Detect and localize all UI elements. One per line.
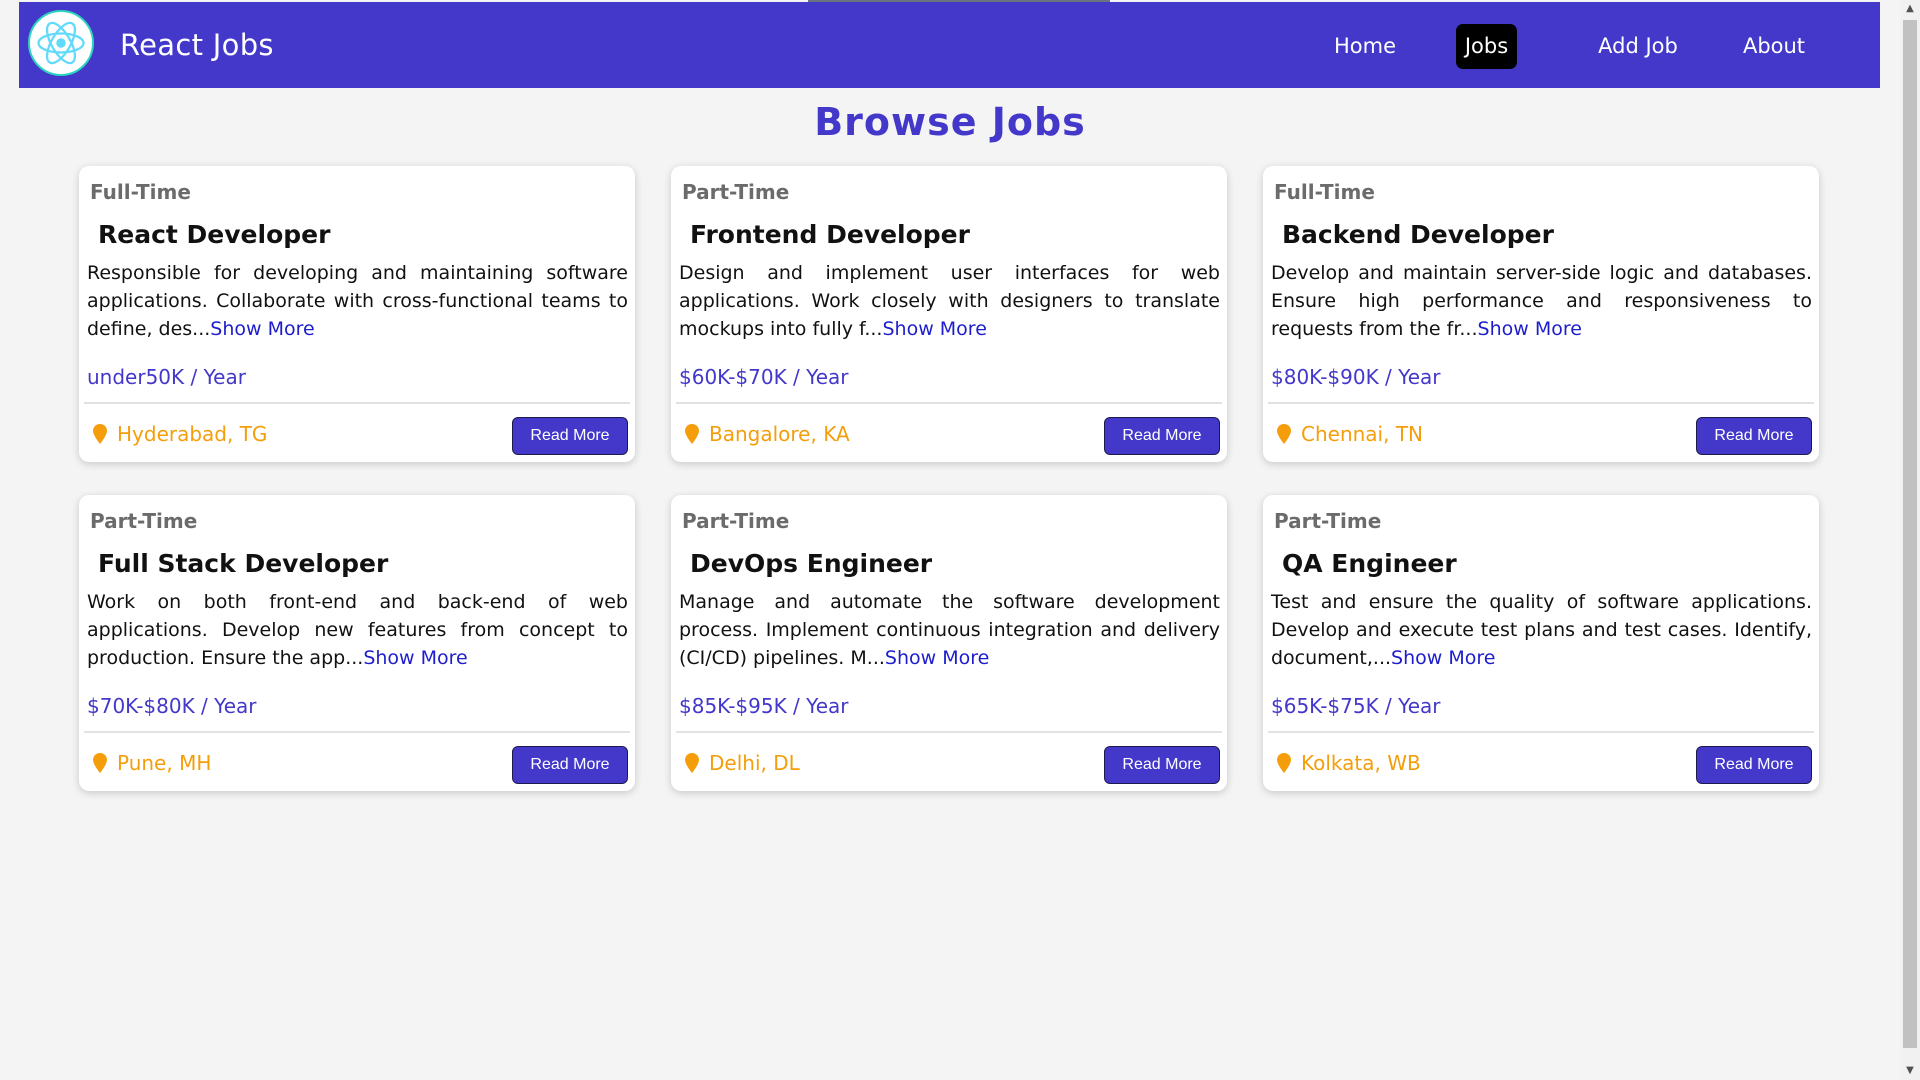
job-type: Full-Time <box>90 180 191 204</box>
job-type: Part-Time <box>1274 509 1382 533</box>
nav-home[interactable]: Home <box>1322 24 1408 69</box>
job-location-text: Delhi, DL <box>709 751 800 775</box>
job-salary: $65K-$75K / Year <box>1271 694 1441 718</box>
job-salary: $85K-$95K / Year <box>679 694 849 718</box>
show-more-link[interactable]: Show More <box>1391 647 1495 669</box>
job-salary: $60K-$70K / Year <box>679 365 849 389</box>
job-title: React Developer <box>98 220 331 249</box>
job-description-text: Work on both front-end and back-end of w… <box>87 591 628 669</box>
job-location: Bangalore, KA <box>685 422 850 446</box>
job-location: Hyderabad, TG <box>93 422 267 446</box>
map-pin-icon <box>1277 753 1291 773</box>
show-more-link[interactable]: Show More <box>1478 318 1582 340</box>
job-salary: under50K / Year <box>87 365 246 389</box>
job-salary: $70K-$80K / Year <box>87 694 257 718</box>
job-description: Design and implement user interfaces for… <box>679 259 1220 343</box>
card-divider <box>676 731 1222 733</box>
show-more-link[interactable]: Show More <box>882 318 986 340</box>
job-location: Pune, MH <box>93 751 211 775</box>
job-title: Backend Developer <box>1282 220 1554 249</box>
job-type: Part-Time <box>682 180 790 204</box>
scrollbar-thumb[interactable] <box>1903 20 1917 1048</box>
map-pin-icon <box>93 753 107 773</box>
job-description: Responsible for developing and maintaini… <box>87 259 628 343</box>
job-description-text: Responsible for developing and maintaini… <box>87 262 628 340</box>
card-divider <box>84 402 630 404</box>
card-divider <box>84 731 630 733</box>
map-pin-icon <box>93 424 107 444</box>
page-title: Browse Jobs <box>814 100 1086 144</box>
nav-add-job[interactable]: Add Job <box>1585 24 1691 69</box>
job-card: Part-Time QA Engineer Test and ensure th… <box>1263 495 1819 791</box>
job-card: Part-Time DevOps Engineer Manage and aut… <box>671 495 1227 791</box>
react-logo-icon[interactable] <box>28 10 94 76</box>
navbar: React Jobs Home Jobs Add Job About <box>19 2 1880 88</box>
job-description: Test and ensure the quality of software … <box>1271 588 1812 672</box>
read-more-button[interactable]: Read More <box>512 746 628 784</box>
job-card: Full-Time React Developer Responsible fo… <box>79 166 635 462</box>
card-divider <box>676 402 1222 404</box>
map-pin-icon <box>685 753 699 773</box>
job-title: QA Engineer <box>1282 549 1457 578</box>
job-location-text: Pune, MH <box>117 751 212 775</box>
read-more-button[interactable]: Read More <box>1104 746 1220 784</box>
job-type: Part-Time <box>682 509 790 533</box>
job-card: Full-Time Backend Developer Develop and … <box>1263 166 1819 462</box>
nav-about[interactable]: About <box>1731 24 1817 69</box>
read-more-button[interactable]: Read More <box>512 417 628 455</box>
read-more-button[interactable]: Read More <box>1104 417 1220 455</box>
job-title: DevOps Engineer <box>690 549 933 578</box>
job-location: Kolkata, WB <box>1277 751 1421 775</box>
job-card: Part-Time Frontend Developer Design and … <box>671 166 1227 462</box>
nav-jobs[interactable]: Jobs <box>1456 24 1517 69</box>
job-location-text: Kolkata, WB <box>1301 751 1421 775</box>
job-description-text: Test and ensure the quality of software … <box>1271 591 1812 669</box>
job-type: Part-Time <box>90 509 198 533</box>
job-title: Frontend Developer <box>690 220 970 249</box>
job-location: Chennai, TN <box>1277 422 1423 446</box>
job-location: Delhi, DL <box>685 751 800 775</box>
brand-title[interactable]: React Jobs <box>120 2 274 88</box>
card-divider <box>1268 731 1814 733</box>
job-card: Part-Time Full Stack Developer Work on b… <box>79 495 635 791</box>
scroll-up-arrow-icon[interactable]: ▲ <box>1900 0 1920 18</box>
job-description: Manage and automate the software develop… <box>679 588 1220 672</box>
vertical-scrollbar[interactable]: ▲ ▼ <box>1900 0 1920 1080</box>
show-more-link[interactable]: Show More <box>363 647 467 669</box>
map-pin-icon <box>1277 424 1291 444</box>
job-location-text: Hyderabad, TG <box>117 422 268 446</box>
job-description: Develop and maintain server-side logic a… <box>1271 259 1812 343</box>
job-title: Full Stack Developer <box>98 549 389 578</box>
job-location-text: Bangalore, KA <box>709 422 850 446</box>
job-description: Work on both front-end and back-end of w… <box>87 588 628 672</box>
show-more-link[interactable]: Show More <box>885 647 989 669</box>
read-more-button[interactable]: Read More <box>1696 417 1812 455</box>
job-type: Full-Time <box>1274 180 1375 204</box>
map-pin-icon <box>685 424 699 444</box>
show-more-link[interactable]: Show More <box>210 318 314 340</box>
job-location-text: Chennai, TN <box>1301 422 1424 446</box>
job-salary: $80K-$90K / Year <box>1271 365 1441 389</box>
read-more-button[interactable]: Read More <box>1696 746 1812 784</box>
card-divider <box>1268 402 1814 404</box>
scroll-down-arrow-icon[interactable]: ▼ <box>1900 1062 1920 1080</box>
